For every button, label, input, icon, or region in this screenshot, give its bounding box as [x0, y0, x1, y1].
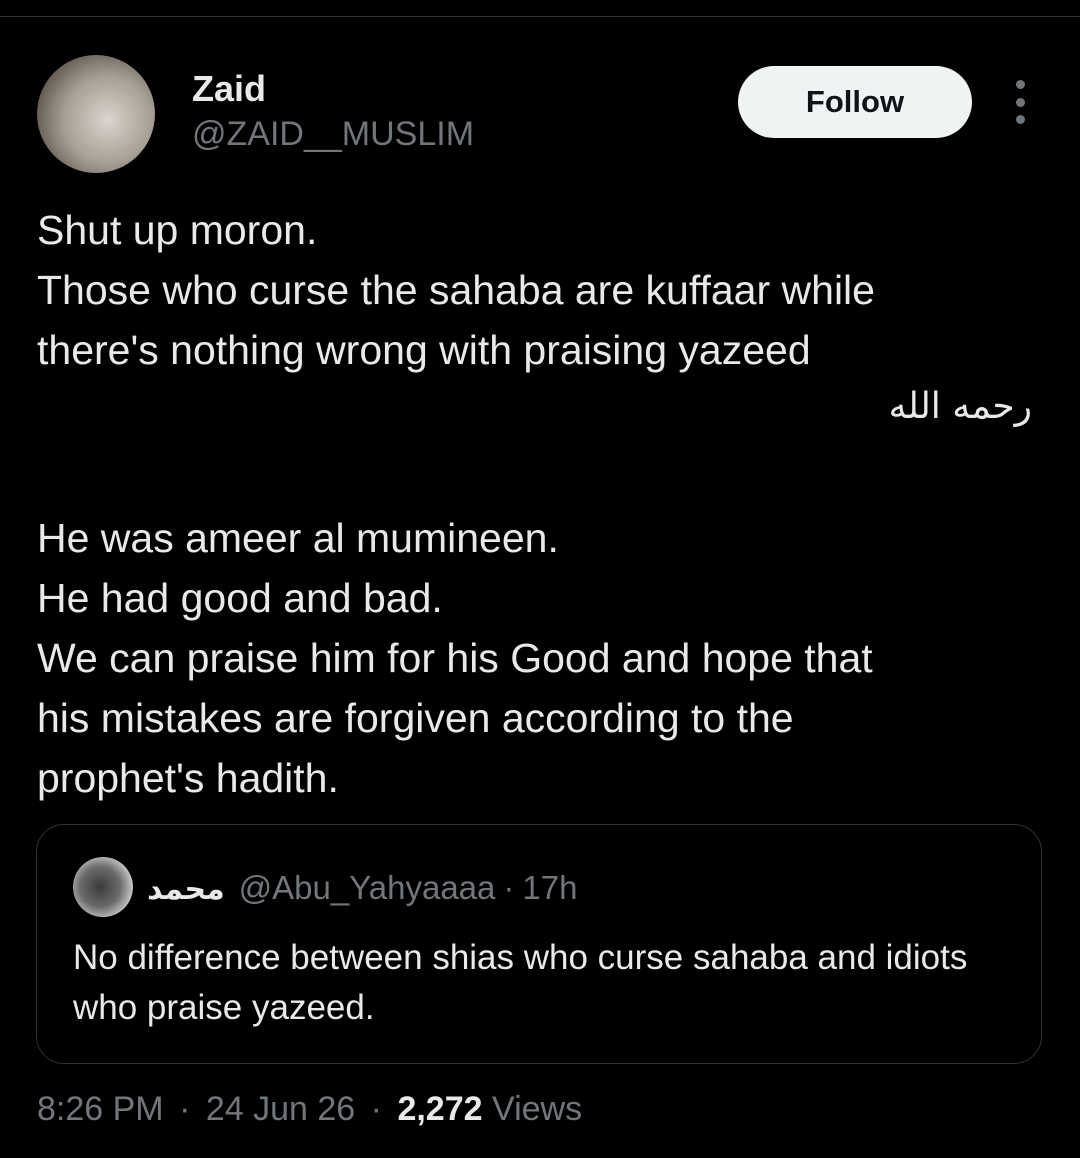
author-avatar[interactable] — [37, 55, 155, 173]
tweet-meta: 8:26 PM · 24 Jun 26 · 2,272 Views — [37, 1090, 582, 1129]
author-name[interactable]: Zaid — [192, 68, 266, 110]
follow-button[interactable]: Follow — [738, 66, 972, 138]
separator-dot: · — [179, 1090, 191, 1128]
quoted-author-name[interactable]: محمد — [147, 872, 225, 907]
separator-dot: · — [370, 1090, 382, 1128]
tweet-text-line: there's nothing wrong with praising yaze… — [37, 327, 811, 373]
top-divider — [0, 16, 1080, 17]
quoted-author-avatar[interactable] — [73, 857, 133, 917]
tweet-text-line: He had good and bad. — [37, 575, 443, 621]
quoted-tweet-text: No difference between shias who curse sa… — [73, 938, 968, 1027]
quoted-author-handle[interactable]: @Abu_Yahyaaaa — [239, 869, 496, 907]
tweet-text-line: He was ameer al mumineen. — [37, 515, 559, 561]
quoted-tweet-header: محمد @Abu_Yahyaaaa · 17h — [147, 869, 577, 907]
quoted-tweet-time[interactable]: 17h — [522, 869, 577, 907]
tweet-text-line: We can praise him for his Good and hope … — [37, 635, 873, 681]
tweet-text-line: Shut up moron. — [37, 207, 318, 253]
tweet-text-line: Those who curse the sahaba are kuffaar w… — [37, 267, 875, 313]
tweet-text-line: prophet's hadith. — [37, 755, 339, 801]
separator-dot: · — [503, 869, 515, 906]
quoted-tweet-card[interactable]: محمد @Abu_Yahyaaaa · 17h No difference b… — [36, 824, 1042, 1064]
views-count[interactable]: 2,272 — [397, 1090, 482, 1128]
tweet-date[interactable]: 24 Jun 26 — [206, 1090, 355, 1128]
tweet-arabic-text: رحمه الله — [888, 386, 1032, 427]
views-label[interactable]: Views — [492, 1090, 582, 1128]
more-options-icon[interactable] — [1004, 80, 1036, 124]
tweet-time[interactable]: 8:26 PM — [37, 1090, 164, 1128]
author-handle[interactable]: @ZAID__MUSLIM — [192, 115, 474, 154]
tweet-text-line: his mistakes are forgiven according to t… — [37, 695, 794, 741]
